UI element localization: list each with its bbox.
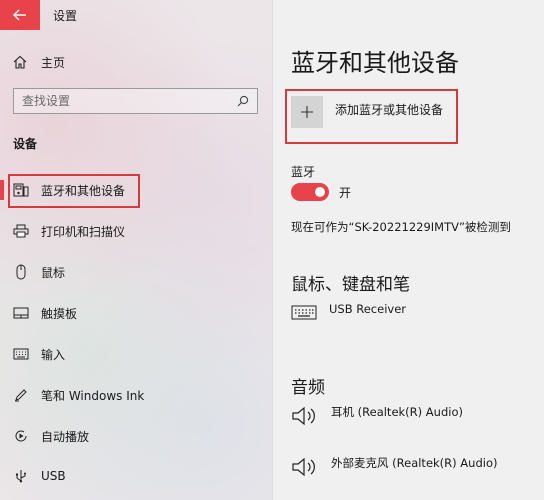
section-title-audio: 音频 bbox=[291, 378, 325, 398]
home-label: 主页 bbox=[41, 55, 66, 70]
back-arrow-icon bbox=[13, 9, 26, 21]
sidebar-item-usb[interactable]: USB bbox=[0, 462, 272, 490]
highlight-box-sidebar bbox=[8, 174, 140, 208]
sidebar-item-touchpad[interactable]: 触摸板 bbox=[0, 299, 272, 327]
discoverable-text: 现在可作为“SK-20221229IMTV”被检测到 bbox=[291, 220, 511, 234]
sidebar: 设置 主页 设备 蓝牙和其他设备 打印机和扫描仪 鼠标 bbox=[0, 0, 273, 500]
sidebar-item-mouse[interactable]: 鼠标 bbox=[0, 258, 272, 286]
pen-icon bbox=[13, 388, 29, 402]
sidebar-item-label: 鼠标 bbox=[41, 265, 66, 280]
sidebar-item-label: 自动播放 bbox=[41, 429, 90, 444]
device-headphones[interactable]: 耳机 (Realtek(R) Audio) bbox=[291, 404, 463, 432]
speaker-icon bbox=[291, 455, 319, 483]
active-indicator bbox=[0, 180, 4, 200]
sidebar-item-pen[interactable]: 笔和 Windows Ink bbox=[0, 381, 272, 409]
sidebar-item-printers[interactable]: 打印机和扫描仪 bbox=[0, 217, 272, 245]
sidebar-item-label: USB bbox=[41, 469, 66, 483]
sidebar-item-autoplay[interactable]: 自动播放 bbox=[0, 422, 272, 450]
section-title-mouse-keyboard: 鼠标、键盘和笔 bbox=[291, 275, 410, 295]
section-heading-devices: 设备 bbox=[13, 137, 38, 151]
back-button[interactable] bbox=[0, 0, 40, 30]
autoplay-icon bbox=[13, 429, 29, 443]
device-external-mic[interactable]: 外部麦克风 (Realtek(R) Audio) bbox=[291, 455, 497, 483]
sidebar-item-label: 打印机和扫描仪 bbox=[41, 224, 126, 239]
title-bar: 设置 bbox=[0, 0, 272, 30]
toggle-knob bbox=[315, 187, 325, 197]
speaker-icon bbox=[291, 404, 319, 432]
mouse-icon bbox=[13, 264, 29, 280]
home-icon bbox=[13, 55, 27, 69]
device-name: USB Receiver bbox=[329, 302, 407, 316]
touchpad-icon bbox=[13, 307, 29, 319]
bluetooth-state: 开 bbox=[339, 185, 352, 200]
keyboard-icon bbox=[13, 348, 29, 360]
sidebar-item-typing[interactable]: 输入 bbox=[0, 340, 272, 368]
search-input[interactable] bbox=[22, 94, 237, 108]
sidebar-item-label: 笔和 Windows Ink bbox=[41, 388, 145, 403]
main-content: 蓝牙和其他设备 添加蓝牙或其他设备 蓝牙 开 现在可作为“SK-20221229… bbox=[273, 0, 544, 500]
bluetooth-toggle-row: 开 bbox=[291, 183, 351, 201]
device-usb-receiver[interactable]: USB Receiver bbox=[291, 302, 406, 324]
sidebar-item-label: 输入 bbox=[41, 347, 66, 362]
sidebar-item-label: 触摸板 bbox=[41, 306, 78, 321]
bluetooth-toggle[interactable] bbox=[291, 183, 329, 201]
device-name: 外部麦克风 (Realtek(R) Audio) bbox=[331, 456, 498, 470]
usb-icon bbox=[13, 469, 29, 483]
keyboard-icon bbox=[291, 302, 317, 324]
search-icon[interactable] bbox=[237, 95, 249, 107]
device-name: 耳机 (Realtek(R) Audio) bbox=[331, 405, 463, 419]
sidebar-item-home[interactable]: 主页 bbox=[13, 52, 65, 72]
search-box[interactable] bbox=[13, 88, 258, 114]
window-title: 设置 bbox=[53, 9, 78, 23]
page-title: 蓝牙和其他设备 bbox=[291, 49, 459, 77]
highlight-box-add-device bbox=[285, 89, 458, 144]
printer-icon bbox=[13, 224, 29, 238]
bluetooth-label: 蓝牙 bbox=[291, 165, 316, 179]
